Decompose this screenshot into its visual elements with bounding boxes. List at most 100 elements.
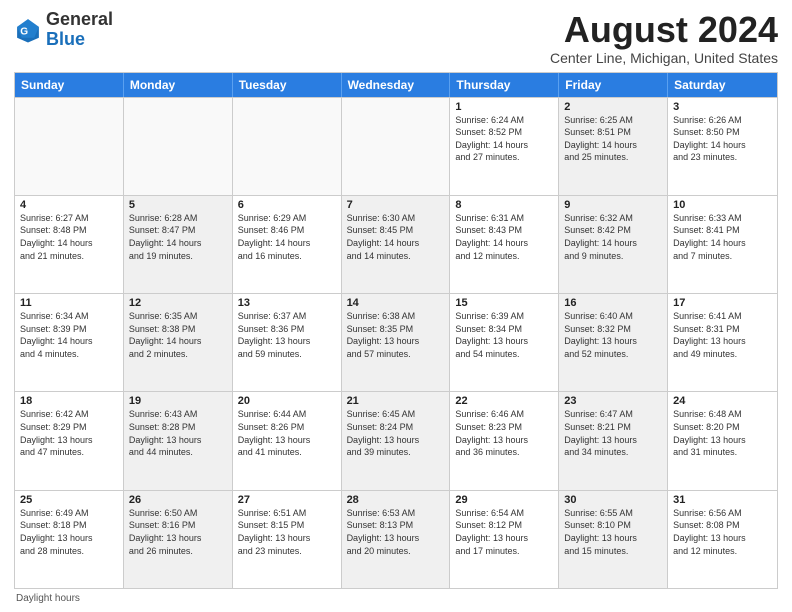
calendar-cell-3: 3Sunrise: 6:26 AM Sunset: 8:50 PM Daylig… [668, 98, 777, 195]
day-number: 18 [20, 395, 118, 407]
calendar-cell-5: 5Sunrise: 6:28 AM Sunset: 8:47 PM Daylig… [124, 196, 233, 293]
day-info: Sunrise: 6:50 AM Sunset: 8:16 PM Dayligh… [129, 507, 227, 557]
day-number: 13 [238, 297, 336, 309]
day-info: Sunrise: 6:29 AM Sunset: 8:46 PM Dayligh… [238, 212, 336, 262]
day-info: Sunrise: 6:47 AM Sunset: 8:21 PM Dayligh… [564, 408, 662, 458]
calendar-cell-26: 26Sunrise: 6:50 AM Sunset: 8:16 PM Dayli… [124, 491, 233, 588]
calendar: SundayMondayTuesdayWednesdayThursdayFrid… [14, 72, 778, 589]
calendar-cell-9: 9Sunrise: 6:32 AM Sunset: 8:42 PM Daylig… [559, 196, 668, 293]
calendar-cell-27: 27Sunrise: 6:51 AM Sunset: 8:15 PM Dayli… [233, 491, 342, 588]
calendar-cell-empty-0 [15, 98, 124, 195]
day-number: 3 [673, 101, 772, 113]
calendar-cell-4: 4Sunrise: 6:27 AM Sunset: 8:48 PM Daylig… [15, 196, 124, 293]
day-info: Sunrise: 6:41 AM Sunset: 8:31 PM Dayligh… [673, 310, 772, 360]
calendar-cell-2: 2Sunrise: 6:25 AM Sunset: 8:51 PM Daylig… [559, 98, 668, 195]
day-number: 9 [564, 199, 662, 211]
logo-icon: G [14, 16, 42, 44]
day-number: 2 [564, 101, 662, 113]
calendar-row-1: 1Sunrise: 6:24 AM Sunset: 8:52 PM Daylig… [15, 97, 777, 195]
day-number: 22 [455, 395, 553, 407]
day-info: Sunrise: 6:26 AM Sunset: 8:50 PM Dayligh… [673, 114, 772, 164]
day-info: Sunrise: 6:44 AM Sunset: 8:26 PM Dayligh… [238, 408, 336, 458]
day-number: 19 [129, 395, 227, 407]
day-info: Sunrise: 6:48 AM Sunset: 8:20 PM Dayligh… [673, 408, 772, 458]
weekday-header-wednesday: Wednesday [342, 73, 451, 97]
weekday-header-saturday: Saturday [668, 73, 777, 97]
calendar-row-4: 18Sunrise: 6:42 AM Sunset: 8:29 PM Dayli… [15, 391, 777, 489]
page: G General Blue August 2024 Center Line, … [0, 0, 792, 612]
day-number: 25 [20, 494, 118, 506]
calendar-cell-empty-2 [233, 98, 342, 195]
day-info: Sunrise: 6:27 AM Sunset: 8:48 PM Dayligh… [20, 212, 118, 262]
day-info: Sunrise: 6:37 AM Sunset: 8:36 PM Dayligh… [238, 310, 336, 360]
svg-text:G: G [20, 27, 28, 38]
day-info: Sunrise: 6:54 AM Sunset: 8:12 PM Dayligh… [455, 507, 553, 557]
footer-note: Daylight hours [14, 593, 778, 604]
day-info: Sunrise: 6:49 AM Sunset: 8:18 PM Dayligh… [20, 507, 118, 557]
weekday-header-friday: Friday [559, 73, 668, 97]
calendar-cell-20: 20Sunrise: 6:44 AM Sunset: 8:26 PM Dayli… [233, 392, 342, 489]
day-info: Sunrise: 6:31 AM Sunset: 8:43 PM Dayligh… [455, 212, 553, 262]
calendar-cell-1: 1Sunrise: 6:24 AM Sunset: 8:52 PM Daylig… [450, 98, 559, 195]
day-info: Sunrise: 6:25 AM Sunset: 8:51 PM Dayligh… [564, 114, 662, 164]
day-number: 16 [564, 297, 662, 309]
weekday-header-thursday: Thursday [450, 73, 559, 97]
day-info: Sunrise: 6:32 AM Sunset: 8:42 PM Dayligh… [564, 212, 662, 262]
day-number: 6 [238, 199, 336, 211]
day-number: 28 [347, 494, 445, 506]
day-info: Sunrise: 6:51 AM Sunset: 8:15 PM Dayligh… [238, 507, 336, 557]
calendar-row-5: 25Sunrise: 6:49 AM Sunset: 8:18 PM Dayli… [15, 490, 777, 588]
day-number: 1 [455, 101, 553, 113]
calendar-cell-19: 19Sunrise: 6:43 AM Sunset: 8:28 PM Dayli… [124, 392, 233, 489]
day-number: 24 [673, 395, 772, 407]
calendar-cell-22: 22Sunrise: 6:46 AM Sunset: 8:23 PM Dayli… [450, 392, 559, 489]
day-info: Sunrise: 6:33 AM Sunset: 8:41 PM Dayligh… [673, 212, 772, 262]
calendar-cell-11: 11Sunrise: 6:34 AM Sunset: 8:39 PM Dayli… [15, 294, 124, 391]
day-info: Sunrise: 6:56 AM Sunset: 8:08 PM Dayligh… [673, 507, 772, 557]
day-number: 7 [347, 199, 445, 211]
calendar-cell-15: 15Sunrise: 6:39 AM Sunset: 8:34 PM Dayli… [450, 294, 559, 391]
calendar-cell-28: 28Sunrise: 6:53 AM Sunset: 8:13 PM Dayli… [342, 491, 451, 588]
calendar-cell-29: 29Sunrise: 6:54 AM Sunset: 8:12 PM Dayli… [450, 491, 559, 588]
day-number: 8 [455, 199, 553, 211]
day-info: Sunrise: 6:46 AM Sunset: 8:23 PM Dayligh… [455, 408, 553, 458]
calendar-cell-13: 13Sunrise: 6:37 AM Sunset: 8:36 PM Dayli… [233, 294, 342, 391]
day-number: 20 [238, 395, 336, 407]
day-number: 23 [564, 395, 662, 407]
location: Center Line, Michigan, United States [550, 50, 778, 66]
logo-blue-text: Blue [46, 29, 85, 49]
calendar-cell-7: 7Sunrise: 6:30 AM Sunset: 8:45 PM Daylig… [342, 196, 451, 293]
weekday-header-monday: Monday [124, 73, 233, 97]
day-info: Sunrise: 6:28 AM Sunset: 8:47 PM Dayligh… [129, 212, 227, 262]
day-info: Sunrise: 6:34 AM Sunset: 8:39 PM Dayligh… [20, 310, 118, 360]
calendar-cell-empty-1 [124, 98, 233, 195]
calendar-cell-16: 16Sunrise: 6:40 AM Sunset: 8:32 PM Dayli… [559, 294, 668, 391]
calendar-row-3: 11Sunrise: 6:34 AM Sunset: 8:39 PM Dayli… [15, 293, 777, 391]
calendar-cell-10: 10Sunrise: 6:33 AM Sunset: 8:41 PM Dayli… [668, 196, 777, 293]
day-number: 12 [129, 297, 227, 309]
day-number: 31 [673, 494, 772, 506]
title-block: August 2024 Center Line, Michigan, Unite… [550, 10, 778, 66]
day-number: 21 [347, 395, 445, 407]
calendar-cell-6: 6Sunrise: 6:29 AM Sunset: 8:46 PM Daylig… [233, 196, 342, 293]
header: G General Blue August 2024 Center Line, … [14, 10, 778, 66]
day-number: 14 [347, 297, 445, 309]
day-info: Sunrise: 6:39 AM Sunset: 8:34 PM Dayligh… [455, 310, 553, 360]
day-number: 17 [673, 297, 772, 309]
day-number: 10 [673, 199, 772, 211]
calendar-body: 1Sunrise: 6:24 AM Sunset: 8:52 PM Daylig… [15, 97, 777, 588]
calendar-cell-8: 8Sunrise: 6:31 AM Sunset: 8:43 PM Daylig… [450, 196, 559, 293]
calendar-cell-17: 17Sunrise: 6:41 AM Sunset: 8:31 PM Dayli… [668, 294, 777, 391]
weekday-header-sunday: Sunday [15, 73, 124, 97]
calendar-cell-18: 18Sunrise: 6:42 AM Sunset: 8:29 PM Dayli… [15, 392, 124, 489]
day-info: Sunrise: 6:42 AM Sunset: 8:29 PM Dayligh… [20, 408, 118, 458]
calendar-cell-30: 30Sunrise: 6:55 AM Sunset: 8:10 PM Dayli… [559, 491, 668, 588]
day-number: 27 [238, 494, 336, 506]
day-number: 11 [20, 297, 118, 309]
calendar-cell-24: 24Sunrise: 6:48 AM Sunset: 8:20 PM Dayli… [668, 392, 777, 489]
weekday-header-tuesday: Tuesday [233, 73, 342, 97]
day-number: 26 [129, 494, 227, 506]
month-year: August 2024 [550, 10, 778, 50]
calendar-cell-21: 21Sunrise: 6:45 AM Sunset: 8:24 PM Dayli… [342, 392, 451, 489]
calendar-row-2: 4Sunrise: 6:27 AM Sunset: 8:48 PM Daylig… [15, 195, 777, 293]
